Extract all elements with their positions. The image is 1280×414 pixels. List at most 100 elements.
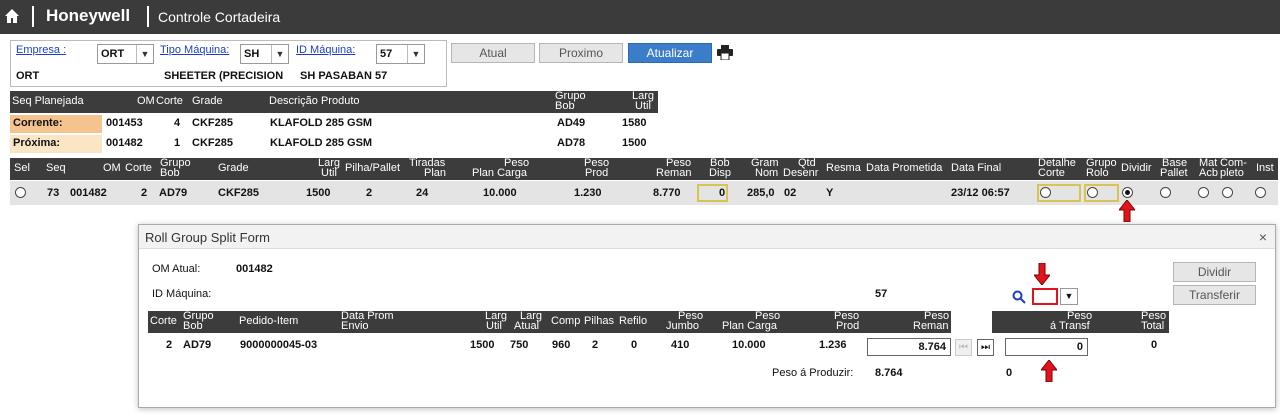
header-a-transf: á Transf bbox=[1050, 320, 1090, 332]
om-atual-value: 001482 bbox=[236, 263, 273, 275]
atual-button[interactable]: Atual bbox=[451, 43, 535, 63]
om-atual-label: OM Atual: bbox=[152, 263, 201, 275]
plan-header: Seq Planejada OM Corte Grade Descrição P… bbox=[10, 91, 658, 113]
header-util: Util bbox=[321, 167, 337, 179]
atualizar-button[interactable]: Atualizar bbox=[628, 43, 712, 63]
empresa-value: ORT bbox=[101, 48, 125, 60]
header-total: Total bbox=[1141, 320, 1165, 332]
split-corte: 2 bbox=[166, 339, 173, 351]
header-envio: Envio bbox=[341, 320, 369, 332]
proxima-larg: 1500 bbox=[622, 137, 647, 149]
row-larg: 1500 bbox=[306, 187, 331, 199]
split-peso-total: 0 bbox=[1151, 339, 1158, 351]
header-bob: Bob bbox=[183, 320, 203, 332]
header-corte: Corte bbox=[1038, 167, 1065, 179]
grupo-rolo-radio[interactable] bbox=[1087, 187, 1098, 198]
peso-produzir-extra: 0 bbox=[1006, 367, 1013, 379]
header-plan-carga: Plan Carga bbox=[472, 167, 528, 179]
peso-reman-input[interactable]: 8.764 bbox=[867, 338, 951, 356]
skip-first-icon[interactable]: ⏮ bbox=[955, 339, 972, 356]
proxima-corte: 1 bbox=[174, 137, 181, 149]
skip-last-icon[interactable]: ⏭ bbox=[977, 339, 994, 356]
header-reman: Reman bbox=[656, 167, 692, 179]
row-qtd: 02 bbox=[784, 187, 797, 199]
header-desenr: Desenr bbox=[783, 167, 819, 179]
tipo-maquina-select[interactable]: SH ▼ bbox=[240, 44, 289, 64]
header-prod: Prod bbox=[836, 320, 860, 332]
row-grupo: AD79 bbox=[159, 187, 188, 199]
tipo-maquina-desc: SHEETER (PRECISION bbox=[164, 70, 284, 82]
header-bob: Bob bbox=[160, 167, 180, 179]
corrente-grade: CKF285 bbox=[192, 117, 233, 129]
row-peso-prod: 1.230 bbox=[574, 187, 602, 199]
row-peso-reman: 8.770 bbox=[653, 187, 681, 199]
header-prod: Prod bbox=[585, 167, 609, 179]
grid-header: Sel Seq OM Corte Grupo Bob Grade Larg Ut… bbox=[10, 158, 1278, 180]
header-pedido-item: Pedido-Item bbox=[239, 315, 299, 327]
transferir-button[interactable]: Transferir bbox=[1173, 285, 1256, 305]
split-grid-header-left: Corte Grupo Bob Pedido-Item Data Prom En… bbox=[148, 311, 951, 333]
split-peso-plan: 10.000 bbox=[732, 339, 766, 351]
header-refilo: Refilo bbox=[619, 315, 648, 327]
proximo-button[interactable]: Proximo bbox=[539, 43, 623, 63]
split-grupo: AD79 bbox=[183, 339, 212, 351]
split-peso-jumbo: 410 bbox=[671, 339, 690, 351]
tipo-maquina-label[interactable]: Tipo Máquina: bbox=[160, 44, 229, 56]
inst-radio[interactable] bbox=[1255, 187, 1266, 198]
header-data-final: Data Final bbox=[951, 162, 1002, 174]
row-tiradas: 24 bbox=[416, 187, 429, 199]
header-acb: Acb bbox=[1199, 167, 1218, 179]
proxima-desc: KLAFOLD 285 GSM bbox=[270, 137, 373, 149]
tipo-maquina-value: SH bbox=[244, 48, 260, 60]
chevron-down-icon: ▼ bbox=[136, 45, 153, 63]
row-grade: CKF285 bbox=[218, 187, 259, 199]
row-select-radio[interactable] bbox=[15, 187, 26, 198]
header-seq-planejada: Seq Planejada bbox=[12, 95, 84, 107]
brand-name: Honeywell bbox=[46, 6, 131, 25]
red-arrow-up-icon bbox=[1119, 200, 1135, 222]
mat-acb-radio[interactable] bbox=[1198, 187, 1209, 198]
header-pleto: pleto bbox=[1220, 167, 1244, 179]
completo-radio[interactable] bbox=[1222, 187, 1233, 198]
header-seq: Seq bbox=[46, 162, 66, 174]
detalhe-corte-radio[interactable] bbox=[1040, 187, 1051, 198]
row-seq: 73 bbox=[47, 187, 60, 199]
proxima-label: Próxima: bbox=[13, 137, 61, 149]
header-pilhas: Pilhas bbox=[584, 315, 614, 327]
id-maquina-desc: SH PASABAN 57 bbox=[300, 70, 388, 82]
header-resma: Resma bbox=[826, 162, 861, 174]
split-peso-prod: 1.236 bbox=[819, 339, 847, 351]
printer-icon[interactable] bbox=[717, 45, 733, 60]
header-dividir: Dividir bbox=[1121, 162, 1152, 174]
peso-transf-input[interactable]: 0 bbox=[1005, 338, 1088, 356]
row-bob-disp: 0 bbox=[719, 187, 726, 199]
grupo-select[interactable] bbox=[1032, 288, 1058, 305]
header-bob: Bob bbox=[555, 100, 575, 112]
row-om: 001482 bbox=[70, 187, 107, 199]
split-larg-atual: 750 bbox=[510, 339, 529, 351]
close-icon[interactable]: × bbox=[1259, 229, 1267, 245]
dividir-radio[interactable] bbox=[1122, 187, 1133, 198]
red-arrow-down-icon bbox=[1034, 263, 1050, 285]
row-data-final: 23/12 06:57 bbox=[951, 187, 1010, 199]
home-icon[interactable] bbox=[4, 8, 20, 24]
base-pallet-radio[interactable] bbox=[1160, 187, 1171, 198]
id-maquina-select[interactable]: 57 ▼ bbox=[376, 44, 425, 64]
header-om: OM bbox=[137, 95, 155, 107]
header-util: Util bbox=[486, 320, 502, 332]
id-maquina-label[interactable]: ID Máquina: bbox=[296, 44, 355, 56]
dialog-title: Roll Group Split Form bbox=[145, 230, 270, 245]
header-reman: Reman bbox=[913, 320, 949, 332]
chevron-down-icon[interactable]: ▼ bbox=[1060, 288, 1078, 305]
search-icon[interactable] bbox=[1012, 290, 1026, 304]
dividir-button[interactable]: Dividir bbox=[1173, 262, 1256, 282]
split-pedido: 9000000045-03 bbox=[240, 339, 318, 351]
id-maquina-label: ID Máquina: bbox=[152, 288, 212, 300]
split-pilhas: 2 bbox=[592, 339, 599, 351]
dialog-header: Roll Group Split Form × bbox=[139, 225, 1275, 249]
split-comp: 960 bbox=[552, 339, 571, 351]
peso-produzir-value: 8.764 bbox=[875, 367, 903, 379]
empresa-label[interactable]: Empresa : bbox=[16, 44, 66, 56]
header-corte: Corte bbox=[125, 162, 152, 174]
empresa-select[interactable]: ORT ▼ bbox=[97, 44, 154, 64]
